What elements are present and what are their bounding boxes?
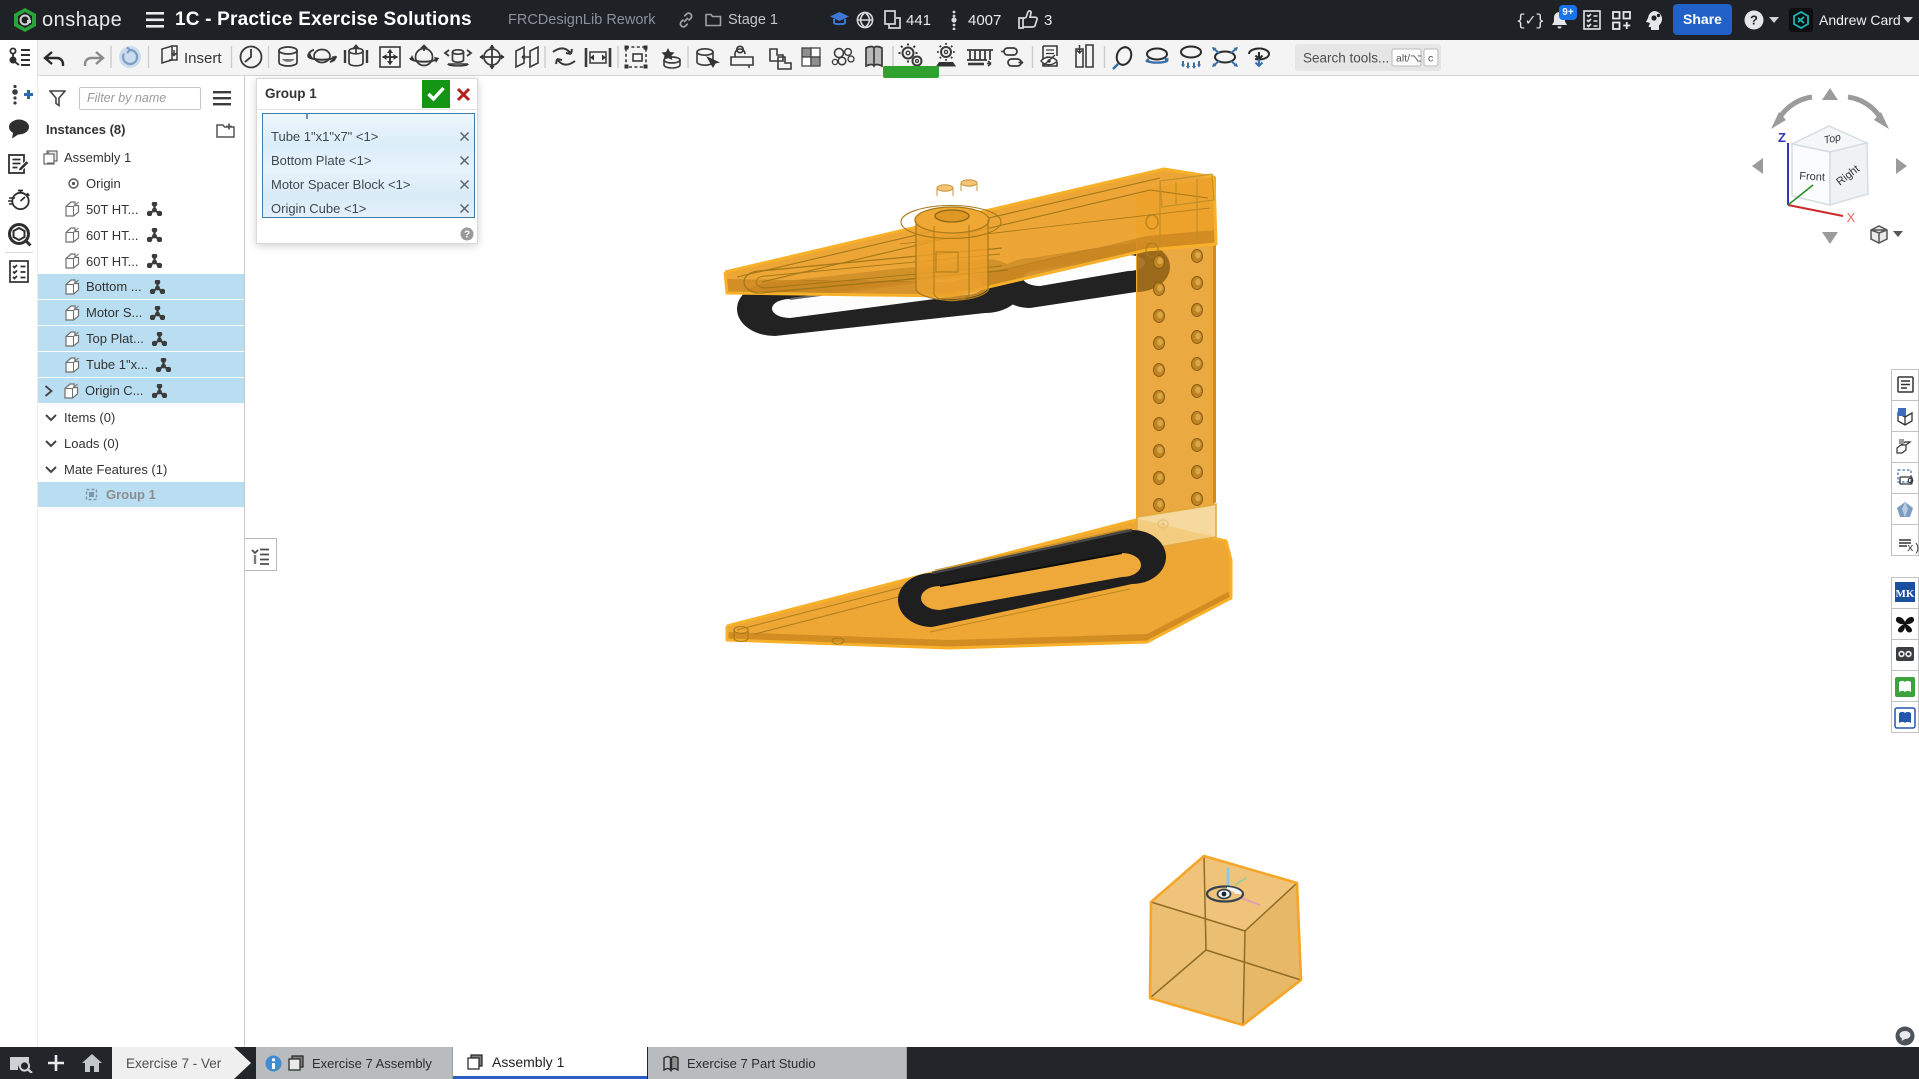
svg-text:x): x) bbox=[1907, 543, 1919, 555]
svg-text:?: ? bbox=[464, 230, 470, 241]
svg-text:X: X bbox=[1847, 210, 1856, 225]
svg-text:?: ? bbox=[1750, 13, 1758, 28]
svg-text:Z: Z bbox=[1778, 130, 1786, 145]
svg-text:Front: Front bbox=[1799, 170, 1825, 183]
svg-text:c: c bbox=[1428, 53, 1433, 65]
svg-text:Insert: Insert bbox=[184, 50, 222, 67]
svg-text:MK: MK bbox=[1896, 588, 1915, 600]
svg-text:Search tools...: Search tools... bbox=[1303, 51, 1389, 66]
svg-text:alt/⌥: alt/⌥ bbox=[1396, 53, 1422, 65]
